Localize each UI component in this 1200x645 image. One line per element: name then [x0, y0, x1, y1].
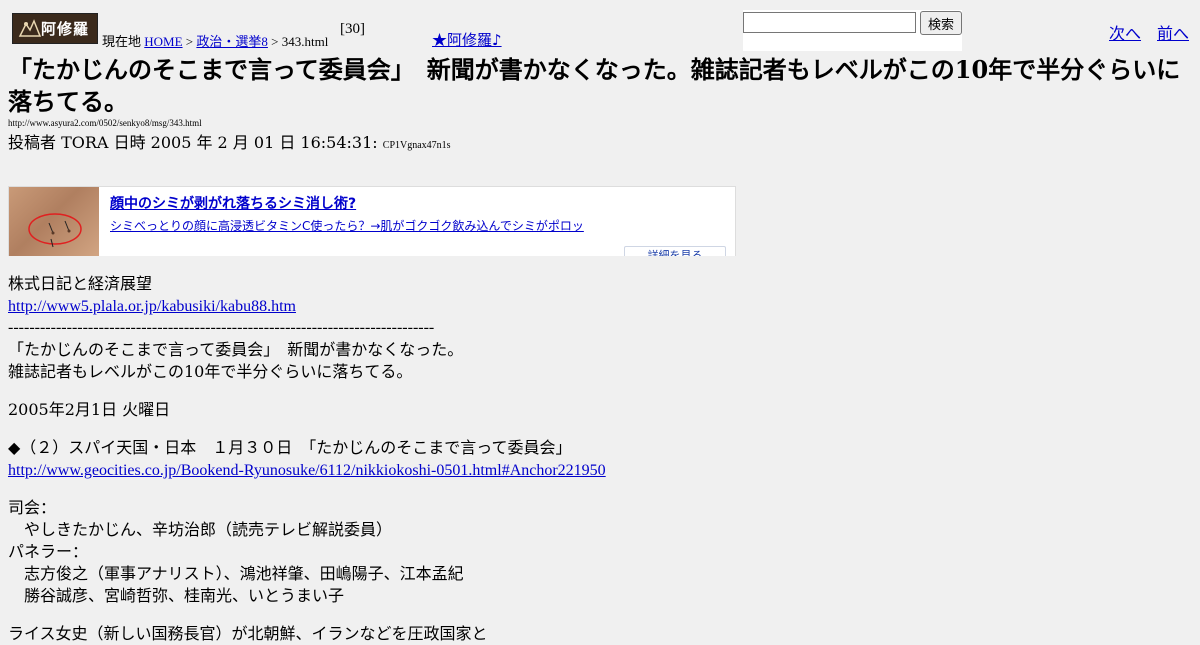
body-line: ライス女史（新しい国務長官）が北朝鮮、イランなどを圧政国家と [8, 624, 488, 643]
breadcrumb: 現在地 HOME > 政治・選挙8 > 343.html [102, 31, 328, 50]
breadcrumb-category-link[interactable]: 政治・選挙8 [196, 34, 268, 49]
breadcrumb-prefix: 現在地 [102, 34, 142, 49]
asyura-star-link[interactable]: ★阿修羅♪ [432, 29, 502, 50]
body-line: 雑誌記者もレベルがこの10年で半分ぐらいに落ちてる。 [8, 362, 413, 381]
breadcrumb-separator: > [271, 34, 279, 49]
article-title: 「たかじんのそこまで言って委員会」 新聞が書かなくなった。雑誌記者もレベルがこの… [8, 55, 1181, 116]
search-input[interactable] [743, 12, 916, 33]
breadcrumb-current-page: 343.html [281, 34, 329, 49]
breadcrumb-home-link[interactable]: HOME [144, 34, 182, 49]
body-line: やしきたかじん、辛坊治郎（読売テレビ解説委員） [8, 520, 393, 539]
article-url: http://www.asyura2.com/0502/senkyo8/msg/… [8, 118, 202, 128]
body-line: 勝谷誠彦、宮崎哲弥、桂南光、いとうまい子 [8, 586, 345, 605]
post-meta-text: 投稿者 TORA 日時 2005 年 2 月 01 日 16:54:31: [8, 133, 378, 152]
divider-dashes: ----------------------------------------… [8, 319, 435, 336]
source-link[interactable]: http://www5.plala.or.jp/kabusiki/kabu88.… [8, 298, 296, 315]
reference-link[interactable]: http://www.geocities.co.jp/Bookend-Ryuno… [8, 462, 606, 479]
breadcrumb-separator: > [185, 34, 194, 49]
response-count: [30] [340, 21, 365, 37]
post-meta: 投稿者 TORA 日時 2005 年 2 月 01 日 16:54:31: CP… [8, 129, 451, 153]
search-button[interactable]: 検索 [920, 11, 962, 35]
advertisement-banner[interactable]: 顔中のシミが剥がれ落ちるシミ消し術? シミべっとりの顔に高浸透ビタミンC使ったら… [8, 186, 736, 256]
search-form: 検索 [743, 10, 962, 51]
body-line: 司会： [8, 498, 57, 517]
poster-id-code: CP1Vgnax47n1s [382, 140, 451, 151]
ad-subline-link[interactable]: シミべっとりの顔に高浸透ビタミンC使ったら？→肌がゴクゴク飲み込んでシミがポロッ [110, 217, 584, 234]
body-line: 志方俊之（軍事アナリスト）、鴻池祥肇、田嶋陽子、江本孟紀 [8, 564, 464, 583]
ad-thumbnail-image[interactable] [9, 187, 99, 256]
body-line: 株式日記と経済展望 [8, 274, 153, 293]
ad-headline-link[interactable]: 顔中のシミが剥がれ落ちるシミ消し術? [110, 193, 356, 213]
logo-figure-icon [18, 19, 42, 37]
ad-details-button[interactable]: 詳細を見る [624, 246, 726, 256]
article-body: 株式日記と経済展望 http://www5.plala.or.jp/kabusi… [8, 273, 1188, 645]
ad-skin-spot-icon [28, 213, 82, 248]
site-logo[interactable]: 阿修羅 [12, 13, 98, 44]
body-date: 2005年2月1日 火曜日 [8, 400, 171, 419]
next-link[interactable]: 次へ [1109, 20, 1141, 44]
body-line: パネラー： [8, 542, 89, 561]
logo-text: 阿修羅 [40, 20, 89, 38]
prev-link[interactable]: 前へ [1157, 20, 1189, 44]
body-line: 「たかじんのそこまで言って委員会」 新聞が書かなくなった。 [8, 340, 464, 359]
body-line: ◆（２）スパイ天国・日本 １月３０日 「たかじんのそこまで言って委員会」 [8, 438, 572, 457]
